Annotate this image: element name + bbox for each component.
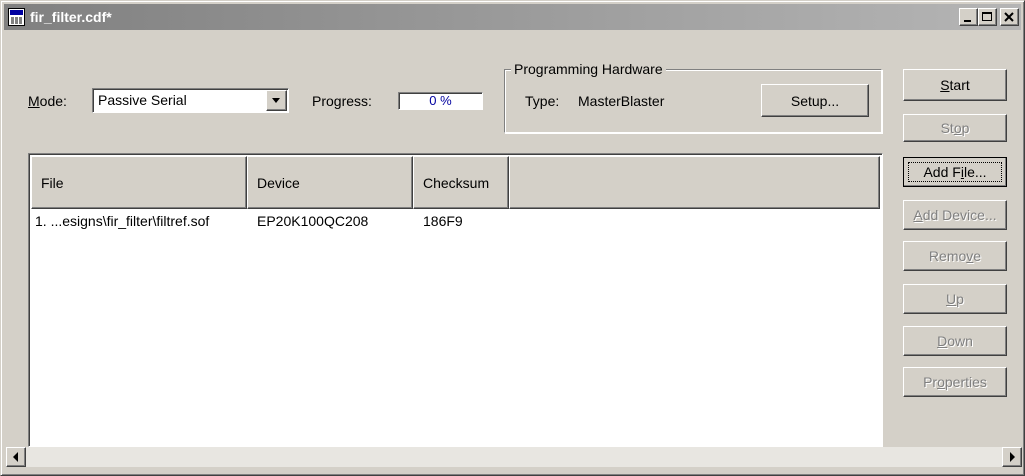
scroll-left-arrow-icon [13,452,18,462]
minimize-icon [964,20,971,22]
scroll-left-button[interactable] [6,447,26,467]
progress-indicator: 0 % [398,92,483,110]
down-button[interactable]: Down [903,326,1007,356]
minimize-button[interactable] [959,8,978,26]
close-icon [1004,12,1014,22]
maximize-icon [982,12,992,21]
focus-ring [908,162,1002,182]
add-device-button[interactable]: Add Device... [903,200,1007,230]
file-list[interactable]: File Device Checksum 1. ...esigns\fir_fi… [28,153,883,447]
start-button[interactable]: Start [903,69,1007,101]
mode-value: Passive Serial [98,92,187,108]
hardware-type-value: MasterBlaster [578,93,665,109]
scroll-right-button[interactable] [1002,447,1022,467]
mode-dropdown-button[interactable] [266,90,287,111]
up-button[interactable]: Up [903,284,1007,314]
dropdown-arrow-icon [272,98,280,103]
row-file: 1. ...esigns\fir_filter\filtref.sof [35,213,210,229]
hardware-type-label: Type: [525,93,560,109]
stop-button[interactable]: Stop [903,114,1007,142]
programmer-app-icon[interactable] [8,8,25,26]
column-header-file[interactable]: File [31,156,247,209]
mode-label: Mode: [28,93,67,109]
scroll-right-arrow-icon [1010,452,1015,462]
add-file-button[interactable]: Add File... [903,157,1007,187]
remove-button[interactable]: Remove [903,241,1007,271]
title-bar[interactable]: fir_filter.cdf* [4,4,1021,30]
programming-hardware-title: Programming Hardware [511,60,666,78]
setup-button[interactable]: Setup... [761,84,869,117]
column-header-checksum[interactable]: Checksum [413,156,509,209]
close-button[interactable] [1000,8,1019,26]
row-checksum: 186F9 [423,213,463,229]
column-header-blank[interactable] [509,156,880,209]
row-device: EP20K100QC208 [257,213,369,229]
progress-label: Progress: [312,93,372,109]
window-title: fir_filter.cdf* [30,9,112,25]
mode-combobox[interactable]: Passive Serial [92,88,289,113]
properties-button[interactable]: Properties [903,367,1007,397]
horizontal-scrollbar[interactable] [6,447,1022,467]
maximize-button[interactable] [978,8,997,26]
programmer-window: fir_filter.cdf* Mode: Passive Serial Pro… [0,0,1025,476]
column-header-device[interactable]: Device [247,156,413,209]
